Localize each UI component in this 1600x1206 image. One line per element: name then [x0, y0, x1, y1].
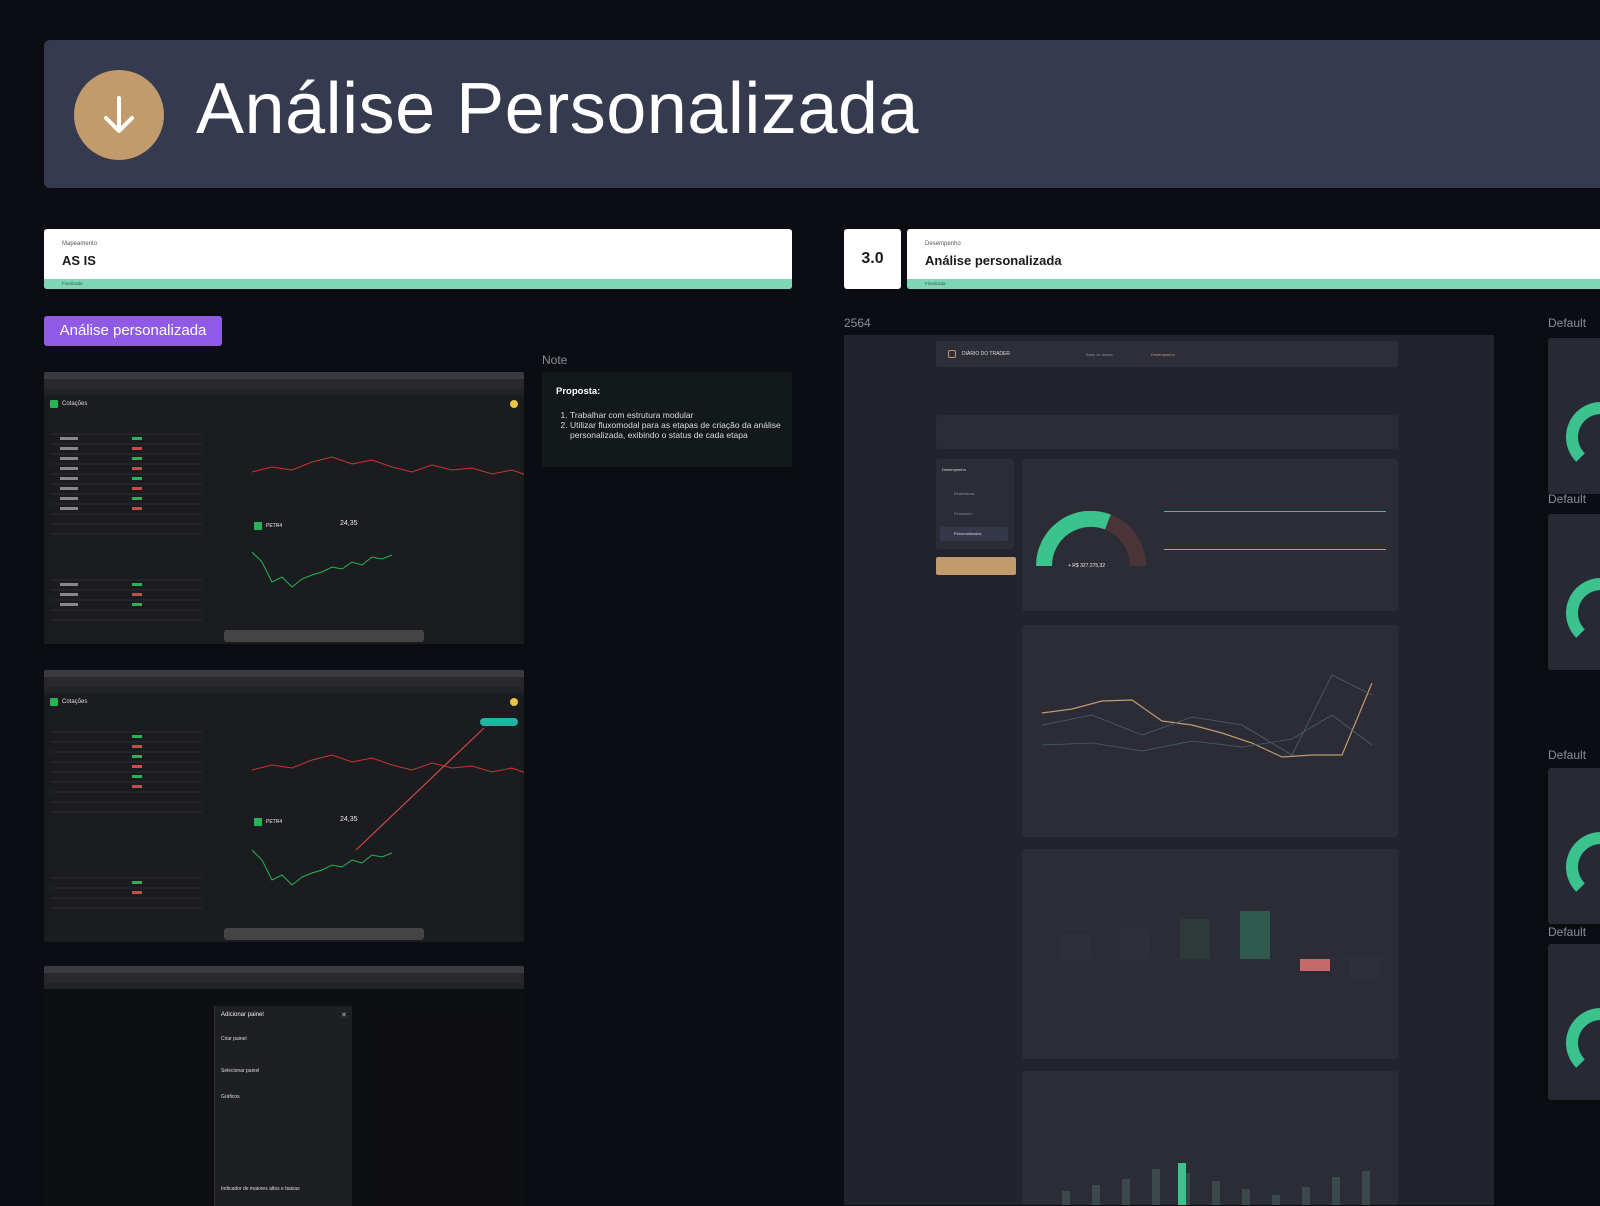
add-panel-modal: Adicionar painel ✕ Criar painel Selecion…	[214, 1006, 352, 1206]
line-chart-panel	[1022, 625, 1398, 837]
screenshot-thumbnail[interactable]: Cotações PETR4 24,35	[44, 372, 524, 644]
dashboard-frame: DIÁRIO DO TRADER Base de dados Desempenh…	[844, 335, 1494, 1205]
results-bar-chart	[1032, 898, 1388, 1020]
sidebar-title: Desempenho	[942, 467, 966, 472]
stock-price: 24,35	[340, 816, 358, 823]
gauge-value: + R$ 327.275,32	[1068, 563, 1106, 569]
modal-title: Adicionar painel	[221, 1012, 264, 1018]
frame-label-default: Default	[1548, 925, 1587, 939]
dock	[224, 928, 424, 940]
frame-label-default: Default	[1548, 316, 1587, 330]
version-card: 3.0	[844, 229, 901, 289]
performance-card: Desempenho Análise personalizada Finaliz…	[907, 229, 1600, 289]
screenshot-thumbnail[interactable]: Adicionar painel ✕ Criar painel Selecion…	[44, 966, 524, 1206]
frame-label-default: Default	[1548, 492, 1587, 506]
performance-panel: + R$ 327.275,32	[1022, 459, 1398, 611]
status-label: Finalizada	[925, 281, 946, 286]
brand-name: DIÁRIO DO TRADER	[962, 351, 1010, 357]
modal-option[interactable]: Gráficos	[221, 1094, 240, 1100]
stock-price: 24,35	[340, 520, 358, 527]
card-section-label: Desempenho	[925, 241, 961, 247]
variant-frame	[1548, 514, 1600, 670]
variant-gauge	[1566, 578, 1600, 648]
sidebar-item[interactable]: Financeiro	[954, 511, 973, 516]
frame-size-label: 2564	[844, 316, 871, 330]
stock-ticker: PETR4	[266, 819, 283, 825]
menu-bar	[44, 372, 524, 379]
filter-bar	[936, 415, 1398, 449]
card-section-label: Mapeamento	[62, 241, 98, 247]
save-analysis-button[interactable]	[936, 557, 1016, 575]
variant-gauge	[1566, 832, 1600, 902]
nav-item[interactable]: Desempenho	[1151, 352, 1175, 357]
card-title: Análise personalizada	[925, 253, 1062, 268]
note-title: Proposta:	[556, 386, 601, 397]
stock-ticker: PETR4	[266, 523, 283, 529]
bar-chart-panel	[1022, 849, 1398, 1059]
modal-option[interactable]: Indicador de maiores altos e baixas	[221, 1186, 300, 1192]
progress-line	[1164, 511, 1386, 512]
menu-bar	[44, 966, 524, 973]
frame-label-default: Default	[1548, 748, 1587, 762]
note-list: Trabalhar com estrutura modular Utilizar…	[556, 410, 781, 440]
stock-logo-icon	[254, 522, 262, 530]
progress-line	[1164, 549, 1386, 550]
modal-option[interactable]: Criar painel	[221, 1036, 247, 1042]
variant-frame	[1548, 768, 1600, 924]
modal-option[interactable]: Selecionar painel	[221, 1068, 259, 1074]
close-icon[interactable]: ✕	[341, 1011, 347, 1019]
results-line-chart	[1032, 664, 1388, 786]
status-bar: Finalizada	[44, 279, 792, 289]
sidebar: Desempenho Estatísticas Financeiro Perso…	[936, 459, 1014, 549]
status-bar: Finalizada	[907, 279, 1600, 289]
volume-panel	[1022, 1071, 1398, 1205]
note-item: Utilizar fluxomodal para as etapas de cr…	[570, 420, 781, 440]
note-label: Note	[542, 353, 568, 367]
browser-tabs	[44, 973, 524, 983]
intraday-chart	[252, 551, 392, 588]
screenshot-thumbnail[interactable]: Cotações PETR4 24,35	[44, 670, 524, 942]
status-label: Finalizada	[62, 281, 83, 286]
note-item: Trabalhar com estrutura modular	[570, 410, 781, 420]
brand-name: Cotações	[62, 401, 88, 407]
address-bar	[44, 389, 524, 395]
variant-frame	[1548, 944, 1600, 1100]
quotes-table	[52, 433, 202, 621]
variant-gauge	[1566, 1008, 1600, 1078]
intraday-chart	[252, 849, 392, 886]
variant-gauge	[1566, 402, 1600, 472]
nav-item[interactable]: Base de dados	[1086, 352, 1113, 357]
sidebar-item[interactable]: Personalizados	[954, 531, 981, 536]
note-card: Proposta: Trabalhar com estrutura modula…	[542, 372, 792, 467]
page-title: Análise Personalizada	[196, 69, 919, 149]
performance-gauge	[1036, 511, 1146, 567]
browser-tabs	[44, 379, 524, 389]
stock-logo-icon	[254, 818, 262, 826]
price-line-chart	[252, 456, 524, 475]
top-nav: DIÁRIO DO TRADER Base de dados Desempenh…	[936, 341, 1398, 367]
volume-bar-chart	[1062, 1163, 1370, 1205]
annotation-arrow	[355, 727, 485, 851]
brand-logo-icon	[948, 350, 956, 358]
version-number: 3.0	[861, 250, 884, 267]
sidebar-item[interactable]: Estatísticas	[954, 491, 974, 496]
as-is-card: Mapeamento AS IS Finalizada	[44, 229, 792, 289]
card-title: AS IS	[62, 253, 96, 268]
arrow-down-icon	[74, 70, 164, 160]
section-pill[interactable]: Análise personalizada	[44, 316, 222, 346]
brand-logo-icon	[50, 400, 58, 408]
user-avatar	[510, 400, 518, 408]
variant-frame	[1548, 338, 1600, 494]
dock	[224, 630, 424, 642]
page-header: Análise Personalizada	[44, 40, 1600, 188]
